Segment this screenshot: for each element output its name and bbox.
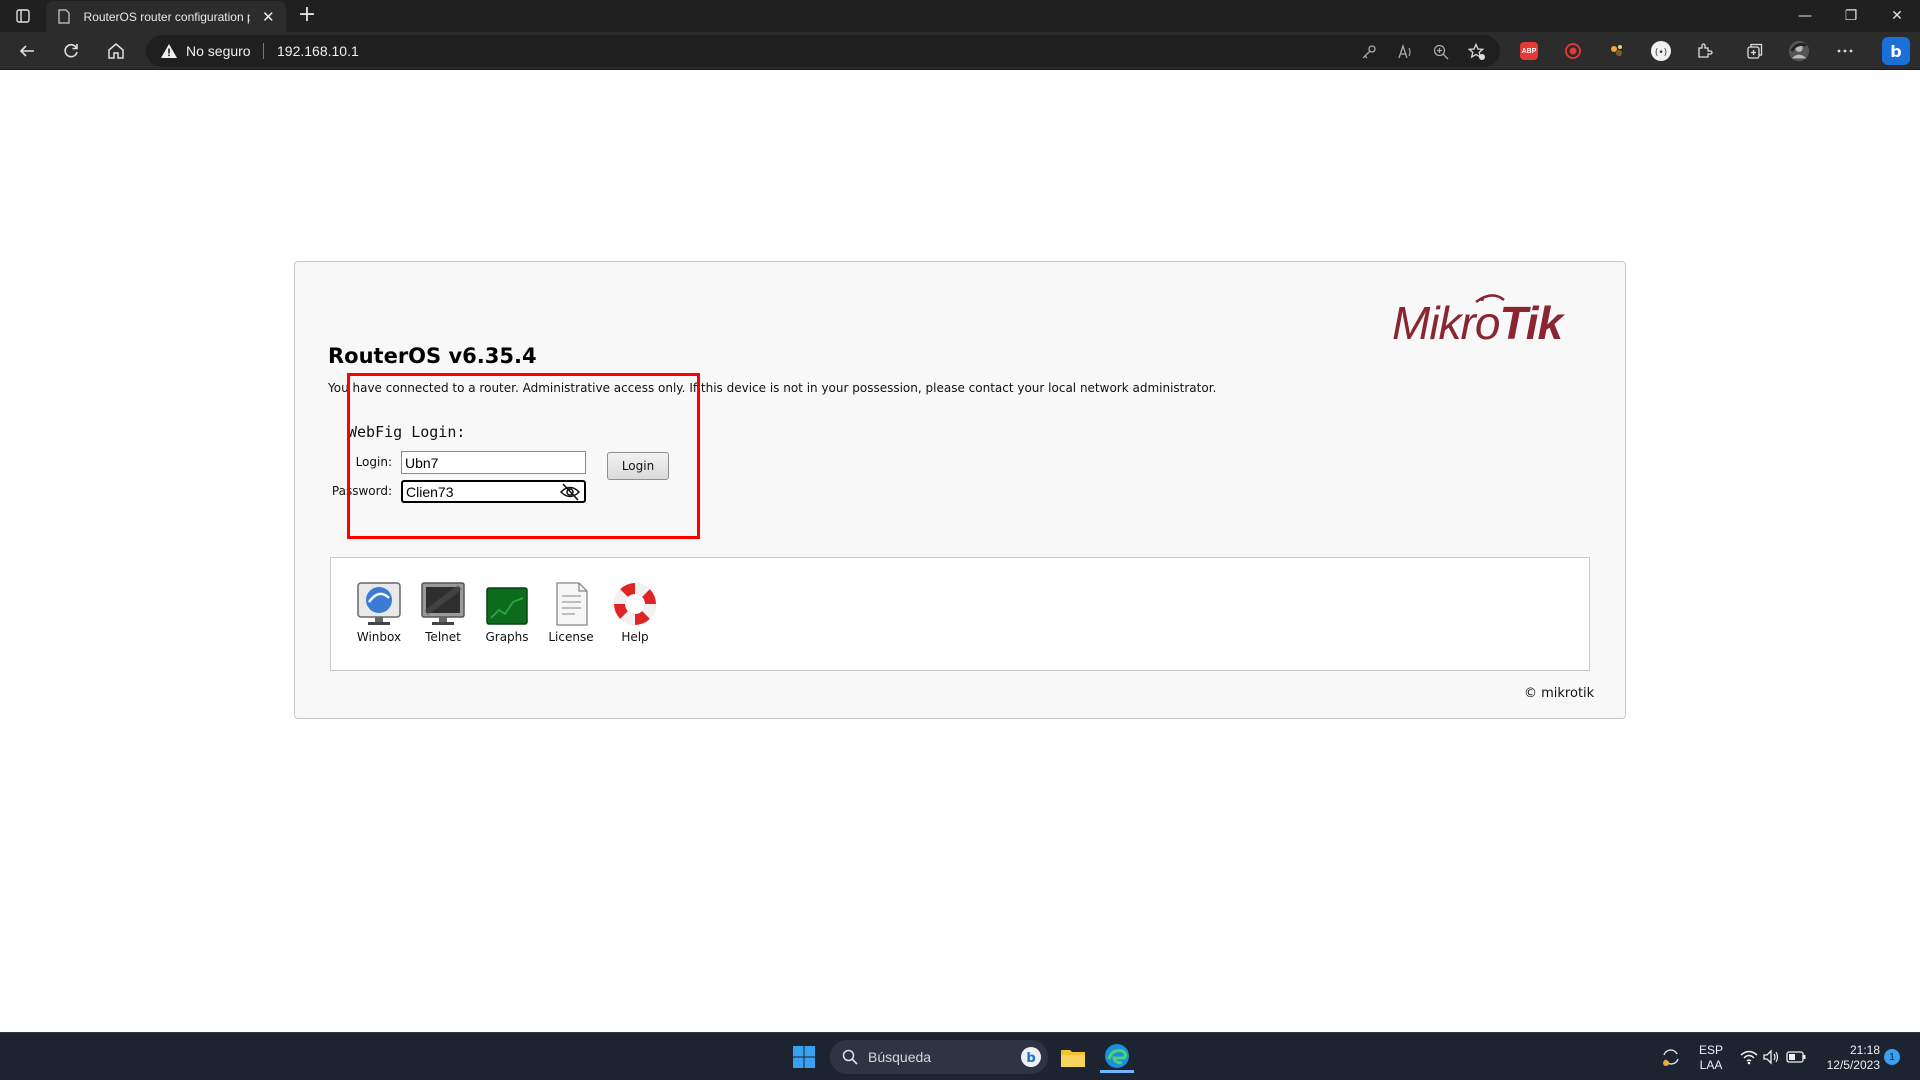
keyboard-language[interactable]: ESP LAA (1696, 1043, 1726, 1073)
notification-badge[interactable]: 1 (1882, 1047, 1902, 1067)
tab-actions-icon[interactable] (12, 6, 34, 26)
key-icon[interactable] (1360, 43, 1378, 61)
layout-code: LAA (1699, 1058, 1723, 1072)
tab-title: RouterOS router configuration p (83, 9, 251, 24)
winbox-icon (355, 580, 403, 628)
adblock-extension-icon[interactable]: ABP (1518, 40, 1540, 62)
language-code: ESP (1698, 1043, 1723, 1057)
bing-copilot-icon[interactable]: b (1882, 37, 1910, 65)
help-label: Help (621, 630, 649, 644)
telnet-tool[interactable]: Telnet (411, 580, 475, 650)
page-title: RouterOS v6.35.4 (328, 344, 537, 368)
license-icon (547, 580, 595, 628)
page-icon (56, 9, 72, 25)
bing-icon: b (1020, 1046, 1042, 1072)
volume-icon[interactable] (1760, 1041, 1782, 1073)
lifebuoy-icon (611, 580, 659, 628)
annotation-highlight-box (347, 373, 700, 539)
svg-text:b: b (1026, 1051, 1035, 1066)
more-menu-icon[interactable] (1834, 40, 1856, 62)
collections-icon[interactable] (1744, 40, 1766, 62)
copyright: © mikrotik (1524, 686, 1595, 701)
search-placeholder: Búsqueda (868, 1049, 932, 1065)
svg-text:b: b (1890, 42, 1901, 61)
browser-toolbar: No seguro 192.168.10.1 ABP (•) b (0, 32, 1920, 70)
battery-icon[interactable] (1784, 1041, 1808, 1073)
user-avatar[interactable] (1788, 40, 1810, 62)
graphs-label: Graphs (485, 630, 529, 644)
edge-browser-icon[interactable] (1100, 1041, 1134, 1073)
address-bar[interactable]: No seguro 192.168.10.1 (146, 35, 1500, 67)
notification-count: 1 (1884, 1049, 1900, 1065)
zoom-icon[interactable] (1432, 43, 1450, 61)
home-icon[interactable] (101, 37, 131, 65)
extensions-icon[interactable] (1694, 40, 1716, 62)
svg-text:(•): (•) (1655, 48, 1667, 58)
graphs-tool[interactable]: Graphs (475, 580, 539, 650)
telnet-label: Telnet (425, 630, 461, 644)
clock-time: 21:18 (1849, 1043, 1880, 1057)
windows-start-icon[interactable] (788, 1041, 820, 1073)
address-separator (263, 43, 264, 59)
winbox-tool[interactable]: Winbox (347, 580, 411, 650)
minimize-button[interactable]: — (1782, 0, 1828, 32)
license-label: License (548, 630, 594, 644)
color-extension-icon[interactable] (1606, 40, 1628, 62)
browser-tab-active[interactable]: RouterOS router configuration p ✕ (46, 1, 286, 32)
restore-button[interactable]: ❐ (1828, 0, 1874, 32)
winbox-label: Winbox (356, 630, 402, 644)
favorite-star-icon[interactable] (1468, 43, 1486, 61)
help-tool[interactable]: Help (603, 580, 667, 650)
warning-icon[interactable] (160, 43, 178, 63)
logo-text: MikroTik (1392, 297, 1563, 349)
adblock-label: ABP (1520, 42, 1538, 60)
tab-close-icon[interactable]: ✕ (260, 8, 276, 26)
clock-date: 12/5/2023 (1826, 1058, 1880, 1072)
sync-update-icon[interactable] (1657, 1041, 1685, 1073)
close-window-button[interactable]: ✕ (1874, 0, 1920, 32)
refresh-icon[interactable] (56, 37, 86, 65)
graphs-icon (483, 580, 531, 628)
mikrotik-logo: MikroTik (1392, 292, 1592, 349)
security-label[interactable]: No seguro (186, 43, 251, 59)
new-tab-button[interactable]: + (294, 3, 320, 29)
file-explorer-icon[interactable] (1057, 1041, 1089, 1073)
browser-tab-bar: RouterOS router configuration p ✕ + — ❐ … (0, 0, 1920, 32)
read-aloud-icon[interactable] (1396, 43, 1414, 61)
search-icon (842, 1049, 858, 1065)
profile-extension-icon[interactable]: (•) (1650, 40, 1672, 62)
windows-taskbar: Búsqueda b ESP LAA 21:18 12/5/2023 1 (0, 1032, 1920, 1080)
telnet-icon (419, 580, 467, 628)
taskbar-search[interactable]: Búsqueda b (830, 1040, 1048, 1074)
back-icon[interactable] (12, 37, 42, 65)
url-text[interactable]: 192.168.10.1 (277, 43, 359, 59)
record-extension-icon[interactable] (1562, 40, 1584, 62)
wifi-icon[interactable] (1738, 1041, 1760, 1073)
license-tool[interactable]: License (539, 580, 603, 650)
clock[interactable]: 21:18 12/5/2023 (1814, 1043, 1880, 1073)
